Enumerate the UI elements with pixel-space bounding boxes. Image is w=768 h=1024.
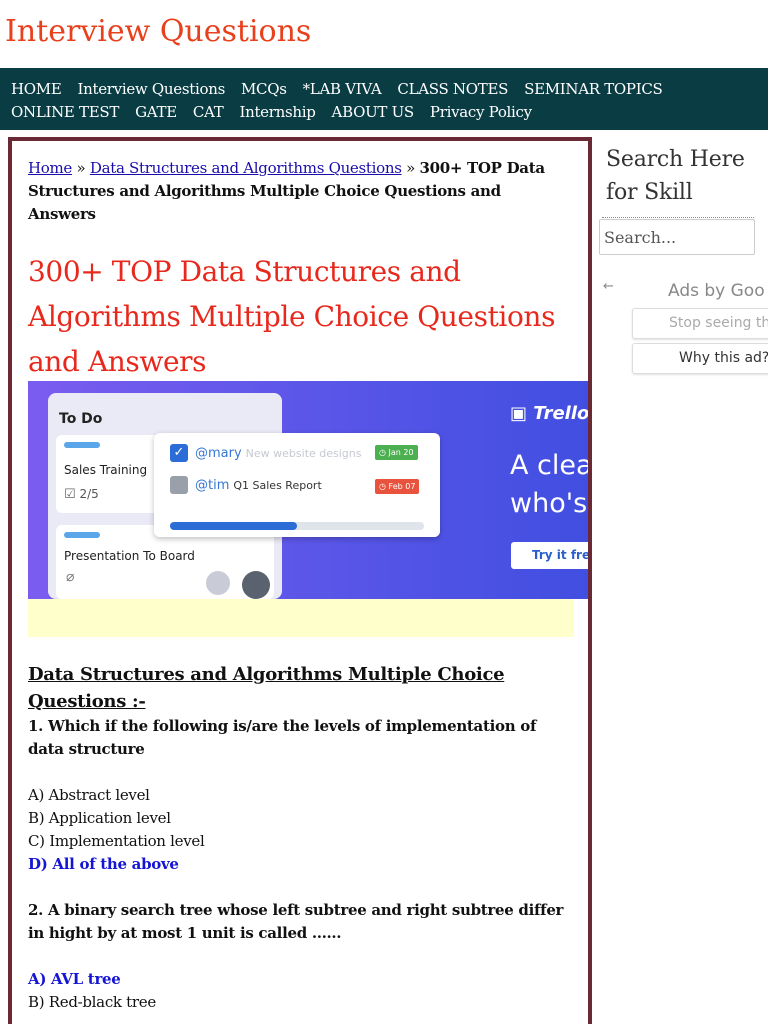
card-title: Sales Training <box>64 463 148 477</box>
task-name: Q1 Sales Report <box>233 478 322 492</box>
sidebar-divider <box>602 217 754 218</box>
nav-cat[interactable]: CAT <box>193 101 224 124</box>
checklist-icon: ☑ <box>64 487 76 502</box>
due-badge: ◷ Feb 07 <box>375 479 420 494</box>
nav-interview-questions[interactable]: Interview Questions <box>78 78 226 101</box>
nav-online-test[interactable]: ONLINE TEST <box>11 101 119 124</box>
trello-ad-banner[interactable]: To Do Sales Training ☑ 2/5 Presentation … <box>28 381 592 599</box>
card-title: Presentation To Board <box>64 549 195 563</box>
option: B) Application level <box>28 809 171 827</box>
clock-icon: ◷ <box>379 482 386 491</box>
try-it-free-button[interactable]: Try it free <box>511 542 588 569</box>
site-title[interactable]: Interview Questions <box>5 14 311 49</box>
back-arrow-icon[interactable]: ← <box>603 279 614 294</box>
breadcrumb-separator: » <box>76 159 86 177</box>
question-text: 1. Which if the following is/are the lev… <box>28 717 537 758</box>
task-user: @mary <box>195 445 242 461</box>
task-row: ✓ @mary New website designs <box>170 443 362 463</box>
trello-brand: Trello <box>533 403 590 424</box>
question-text: 2. A binary search tree whose left subtr… <box>28 901 564 942</box>
sidebar-heading: Search Here for Skill <box>606 147 745 205</box>
breadcrumb-separator: » <box>406 159 415 177</box>
due-date: Feb 07 <box>388 482 416 491</box>
paperclip-icon: ⌀ <box>66 569 75 585</box>
todo-header: To Do <box>59 411 103 427</box>
clock-icon: ◷ <box>379 448 386 457</box>
main-nav: HOME Interview Questions MCQs *LAB VIVA … <box>0 68 768 130</box>
ads-by-google-label: Ads by Goo <box>668 281 765 301</box>
ad-headline-line: who's <box>510 488 588 519</box>
breadcrumb-category[interactable]: Data Structures and Algorithms Questions <box>90 159 402 177</box>
checklist-count-label: 2/5 <box>79 487 99 501</box>
trello-logo: ▣ Trello <box>510 403 590 424</box>
checked-box-icon: ✓ <box>170 444 188 462</box>
option: B) Red-black tree <box>28 993 156 1011</box>
page-title: 300+ TOP Data Structures and Algorithms … <box>28 255 556 378</box>
nav-seminar-topics[interactable]: SEMINAR TOPICS <box>524 78 663 101</box>
breadcrumb: Home » Data Structures and Algorithms Qu… <box>28 157 568 226</box>
answer-option: D) All of the above <box>28 855 179 873</box>
breadcrumb-home[interactable]: Home <box>28 159 72 177</box>
nav-home[interactable]: HOME <box>11 78 62 101</box>
ad-headline: A clear who's <box>510 447 592 523</box>
task-name: New website designs <box>245 446 362 460</box>
nav-gate[interactable]: GATE <box>135 101 177 124</box>
task-row: @tim Q1 Sales Report <box>170 475 322 495</box>
due-date: Jan 20 <box>388 448 414 457</box>
unchecked-box-icon <box>170 476 188 494</box>
stop-seeing-ad-button[interactable]: Stop seeing th <box>632 308 768 339</box>
label-bar <box>64 442 100 448</box>
due-badge: ◷ Jan 20 <box>375 445 418 460</box>
ad-placeholder-strip <box>28 599 574 637</box>
answer-option: A) AVL tree <box>28 970 121 988</box>
option: A) Abstract level <box>28 786 150 804</box>
label-bar <box>64 532 100 538</box>
section-heading: Data Structures and Algorithms Multiple … <box>28 664 505 712</box>
nav-internship[interactable]: Internship <box>239 101 315 124</box>
ad-headline-line: A clear <box>510 450 592 481</box>
option: C) Implementation level <box>28 832 205 850</box>
nav-row-2: ONLINE TEST GATE CAT Internship ABOUT US… <box>11 101 768 124</box>
progress-fill <box>170 522 297 530</box>
nav-class-notes[interactable]: CLASS NOTES <box>397 78 508 101</box>
nav-lab-viva[interactable]: *LAB VIVA <box>303 78 382 101</box>
why-this-ad-button[interactable]: Why this ad? <box>632 343 768 374</box>
nav-privacy-policy[interactable]: Privacy Policy <box>430 101 532 124</box>
nav-mcqs[interactable]: MCQs <box>241 78 287 101</box>
article-box: Home » Data Structures and Algorithms Qu… <box>8 137 592 1024</box>
checklist-count: ☑ 2/5 <box>64 487 99 502</box>
task-user: @tim <box>195 477 230 493</box>
nav-about-us[interactable]: ABOUT US <box>332 101 415 124</box>
progress-track <box>170 522 424 530</box>
search-input[interactable] <box>599 219 755 255</box>
question-list: 1. Which if the following is/are the lev… <box>28 715 576 1014</box>
avatar <box>242 571 270 599</box>
trello-board-icon: ▣ <box>510 403 528 424</box>
nav-row-1: HOME Interview Questions MCQs *LAB VIVA … <box>11 78 768 101</box>
avatar <box>206 571 230 595</box>
progress-card <box>154 513 440 537</box>
